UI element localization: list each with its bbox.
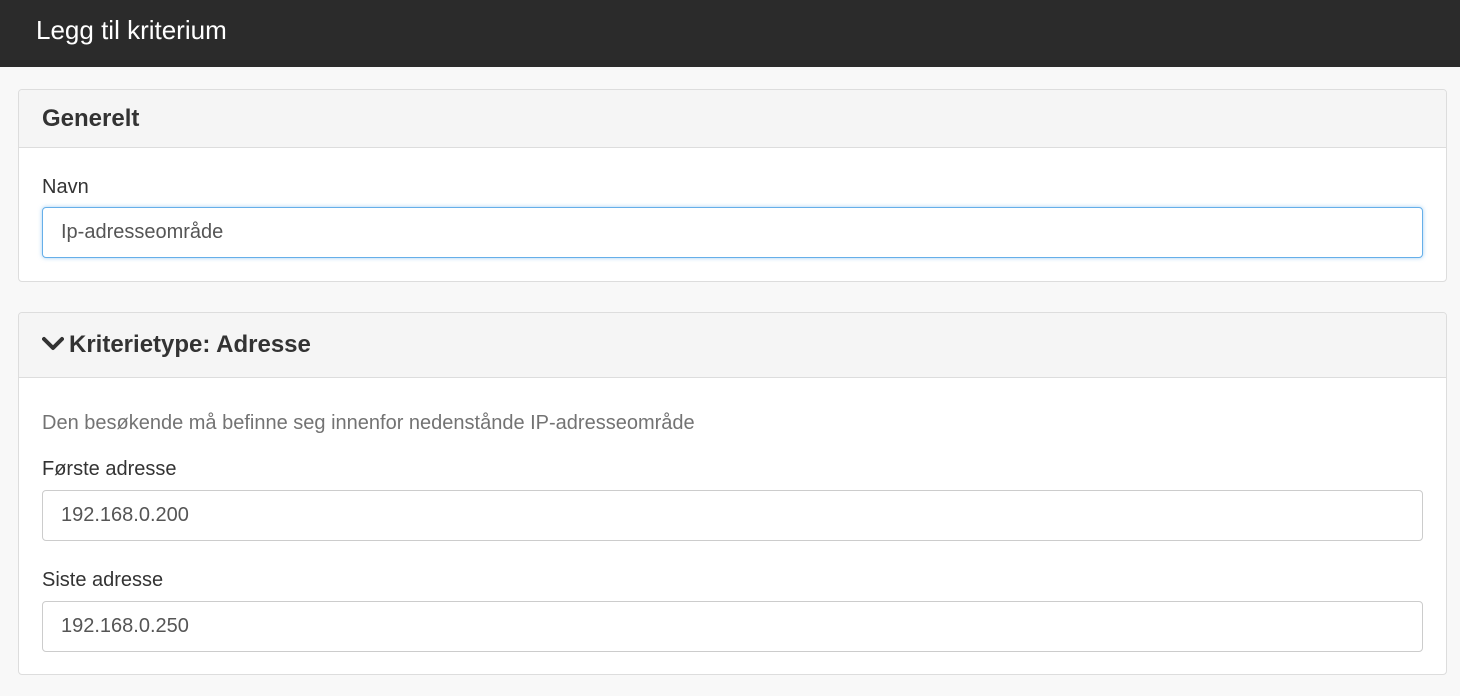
last-address-input[interactable] bbox=[42, 601, 1423, 652]
name-label: Navn bbox=[42, 176, 89, 198]
criteria-description: Den besøkende må befinne seg innenfor ne… bbox=[42, 412, 695, 434]
chevron-down-icon[interactable] bbox=[42, 335, 64, 353]
last-address-label: Siste adresse bbox=[42, 569, 164, 591]
criteria-panel-toggle[interactable]: Kriterietype: Adresse bbox=[19, 313, 1446, 378]
page-header: Legg til kriterium bbox=[0, 0, 1460, 67]
general-panel: Generelt Navn bbox=[18, 89, 1447, 282]
criteria-heading-text: Kriterietype: Adresse bbox=[69, 331, 311, 358]
first-address-label: Første adresse bbox=[42, 458, 177, 480]
page-title: Legg til kriterium bbox=[36, 15, 227, 45]
first-address-input[interactable] bbox=[42, 490, 1423, 541]
name-input[interactable] bbox=[42, 207, 1423, 258]
general-panel-heading: Generelt bbox=[19, 90, 1446, 148]
general-heading-text: Generelt bbox=[42, 105, 140, 132]
criteria-panel: Kriterietype: Adresse Den besøkende må b… bbox=[18, 312, 1447, 675]
